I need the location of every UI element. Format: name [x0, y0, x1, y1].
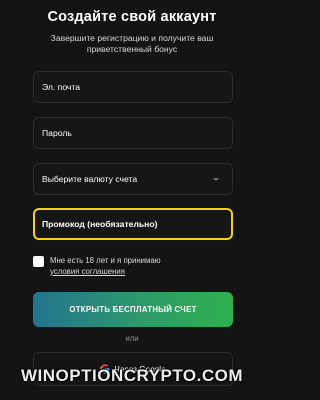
email-placeholder: Эл. почта — [42, 82, 81, 92]
open-free-account-button[interactable]: ОТКРЫТЬ БЕСПЛАТНЫЙ СЧЕТ — [33, 292, 233, 327]
currency-select-label: Выберите валюту счета — [42, 174, 138, 184]
signup-page: Создайте свой аккаунт Завершите регистра… — [0, 0, 264, 400]
or-divider: или — [125, 334, 139, 343]
open-free-account-label: ОТКРЫТЬ БЕСПЛАТНЫЙ СЧЕТ — [69, 305, 197, 314]
promo-code-field[interactable]: Промокод (необязательно) — [33, 208, 233, 240]
password-placeholder: Пароль — [42, 128, 72, 138]
terms-link[interactable]: условия соглашения — [50, 266, 125, 277]
currency-select[interactable]: Выберите валюту счета — [33, 163, 233, 195]
terms-text: Мне есть 18 лет и я принимаю — [50, 256, 161, 265]
password-field[interactable]: Пароль — [33, 117, 233, 149]
terms-checkbox[interactable] — [33, 256, 44, 267]
promo-code-placeholder: Промокод (необязательно) — [42, 219, 158, 229]
email-field[interactable]: Эл. почта — [33, 71, 233, 103]
page-subtitle: Завершите регистрацию и получите ваш при… — [50, 33, 214, 54]
watermark: WINOPTIONCRYPTO.COM — [21, 366, 243, 385]
chevron-down-icon — [213, 178, 219, 181]
page-title: Создайте свой аккаунт — [47, 9, 217, 25]
terms-agreement: Мне есть 18 лет и я принимаю условия сог… — [33, 254, 238, 280]
